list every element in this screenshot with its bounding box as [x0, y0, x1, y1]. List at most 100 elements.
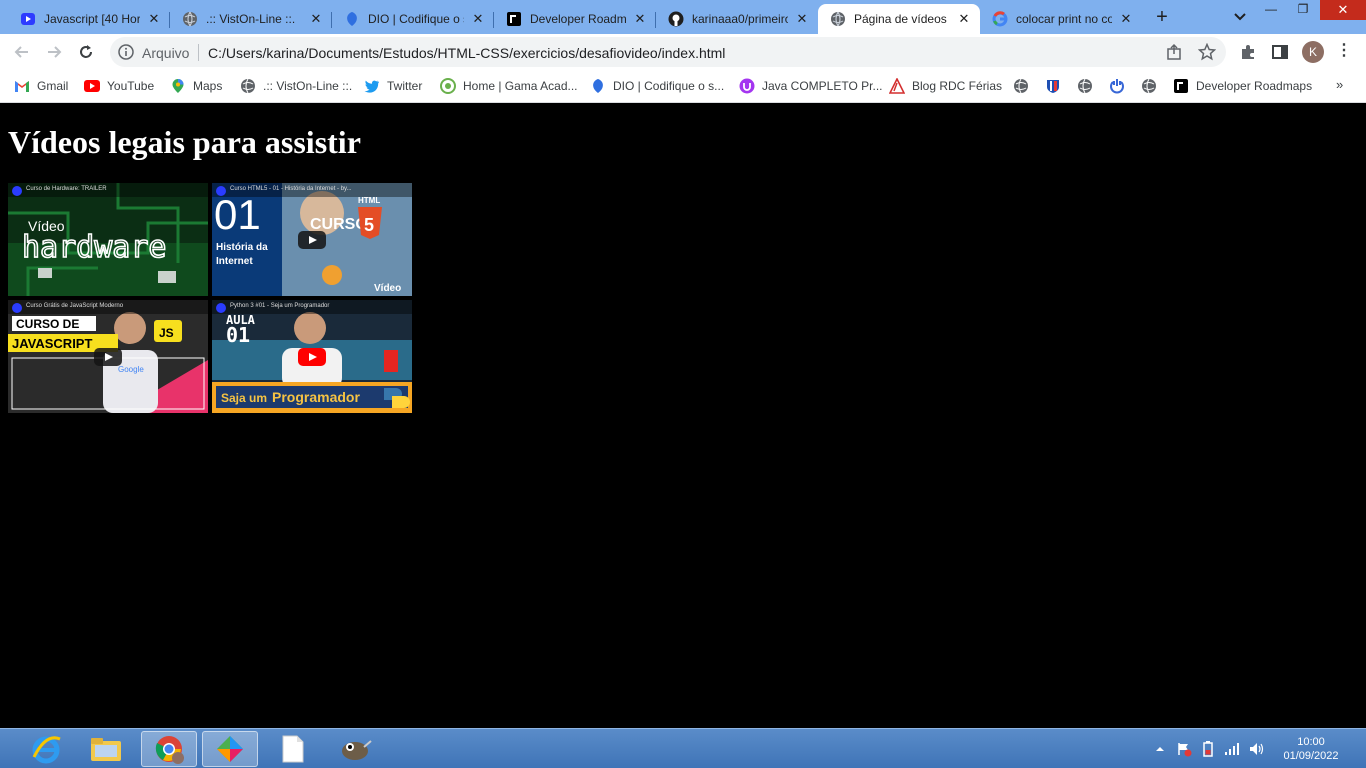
system-clock[interactable]: 10:00 01/09/2022: [1276, 735, 1346, 763]
battery-icon[interactable]: [1200, 741, 1216, 757]
close-tab-icon[interactable]: ✕: [146, 11, 162, 27]
twitter-icon: [364, 78, 380, 94]
youtube-icon: [20, 11, 36, 27]
chrome-taskbar-icon[interactable]: [141, 731, 197, 767]
close-tab-icon[interactable]: ✕: [308, 11, 324, 27]
bookmark-label: Developer Roadmaps: [1196, 79, 1313, 93]
thumb-text: HTML: [358, 196, 380, 205]
gimp-icon[interactable]: [327, 731, 383, 767]
bookmark-label: Maps: [193, 79, 223, 93]
youtube-icon: [84, 78, 100, 94]
tab-viston[interactable]: .:: VistOn-Line ::. ✕: [170, 4, 332, 34]
bookmark-roadmaps[interactable]: Developer Roadmaps: [1173, 76, 1312, 96]
video-thumbnail: Vídeo hardware: [8, 183, 208, 296]
globe-icon: [830, 11, 846, 27]
network-signal-icon[interactable]: [1224, 741, 1240, 757]
tab-github[interactable]: karinaaa0/primeiro ✕: [656, 4, 818, 34]
star-icon[interactable]: [1197, 42, 1217, 61]
clock-time: 10:00: [1297, 736, 1325, 748]
more-bookmarks-icon[interactable]: »: [1336, 77, 1343, 92]
internet-explorer-icon[interactable]: [18, 731, 74, 767]
bookmark-rdc[interactable]: Blog RDC Férias: [889, 76, 1002, 96]
tab-title: colocar print no computador: [1016, 12, 1112, 26]
url-text[interactable]: C:/Users/karina/Documents/Estudos/HTML-C…: [208, 45, 725, 61]
bookmark-label: Twitter: [387, 79, 423, 93]
app-diamond-icon[interactable]: [202, 731, 258, 767]
play-button-icon[interactable]: [298, 231, 326, 249]
show-hidden-icons-icon[interactable]: [1152, 741, 1168, 757]
action-center-flag-icon[interactable]: [1176, 741, 1192, 757]
channel-logo-icon: [216, 186, 226, 196]
bookmark-shield-icon[interactable]: [1045, 78, 1061, 94]
tab-dio[interactable]: DIO | Codifique o seu futuro ✕: [332, 4, 494, 34]
roadmap-icon: [506, 11, 522, 27]
bookmark-gama[interactable]: Home | Gama Acad...: [440, 76, 578, 96]
forward-arrow-icon[interactable]: [42, 40, 66, 64]
globe-icon: [240, 78, 256, 94]
tab-roadmaps[interactable]: Developer Roadmaps ✕: [494, 4, 656, 34]
window-close-icon[interactable]: ✕: [1320, 0, 1366, 20]
tab-title: .:: VistOn-Line ::.: [206, 12, 296, 26]
bookmark-globe-icon[interactable]: [1013, 78, 1029, 94]
thumb-text: Vídeo: [374, 283, 401, 294]
reload-icon[interactable]: [74, 40, 98, 64]
address-bar[interactable]: Arquivo C:/Users/karina/Documents/Estudo…: [110, 37, 1226, 67]
bookmark-viston[interactable]: .:: VistOn-Line ::.: [240, 76, 352, 96]
close-tab-icon[interactable]: ✕: [1118, 11, 1134, 27]
side-panel-icon[interactable]: [1270, 42, 1290, 62]
back-arrow-icon[interactable]: [10, 40, 34, 64]
thumb-text: Programador: [272, 389, 360, 405]
address-divider: [198, 44, 199, 61]
new-tab-icon[interactable]: +: [1150, 6, 1174, 30]
chevron-down-icon[interactable]: [1230, 8, 1250, 26]
dio-icon: [344, 11, 360, 27]
bookmark-twitter[interactable]: Twitter: [364, 76, 422, 96]
bookmark-label: .:: VistOn-Line ::.: [263, 79, 353, 93]
bookmark-label: YouTube: [107, 79, 155, 93]
channel-logo-icon: [12, 186, 22, 196]
channel-logo-icon: [12, 303, 22, 313]
close-tab-icon[interactable]: ✕: [956, 11, 972, 27]
close-tab-icon[interactable]: ✕: [794, 11, 810, 27]
bookmark-dio[interactable]: DIO | Codifique o s...: [590, 76, 724, 96]
thumb-text: Internet: [216, 256, 253, 267]
notepad-file-icon[interactable]: [265, 731, 321, 767]
thumb-text: 5: [364, 215, 374, 235]
bookmark-label: DIO | Codifique o s...: [613, 79, 725, 93]
profile-avatar[interactable]: K: [1302, 41, 1324, 63]
video-python[interactable]: AULA 01 Saja um Programador Python 3 #01…: [212, 300, 412, 413]
minimize-icon[interactable]: —: [1256, 0, 1286, 20]
share-icon[interactable]: [1166, 43, 1184, 61]
bookmark-label: Java COMPLETO Pr...: [762, 79, 883, 93]
bookmark-globe-icon[interactable]: [1141, 78, 1157, 94]
close-tab-icon[interactable]: ✕: [632, 11, 648, 27]
bookmark-youtube[interactable]: YouTube: [84, 76, 154, 96]
video-javascript[interactable]: CURSO DE JAVASCRIPT JS Google Curso Grát…: [8, 300, 208, 413]
dio-icon: [590, 78, 606, 94]
bookmark-power-icon[interactable]: [1109, 78, 1125, 94]
tab-javascript[interactable]: Javascript [40 Horas] ✕: [8, 4, 170, 34]
video-hardware[interactable]: Vídeo hardware Curso de Hardware: TRAILE…: [8, 183, 208, 296]
bookmark-java[interactable]: Java COMPLETO Pr...: [739, 76, 882, 96]
bookmark-globe-icon[interactable]: [1077, 78, 1093, 94]
file-explorer-icon[interactable]: [78, 731, 134, 767]
play-button-icon[interactable]: [94, 348, 122, 366]
volume-icon[interactable]: [1248, 741, 1264, 757]
gama-icon: [440, 78, 456, 94]
restore-icon[interactable]: ❐: [1288, 0, 1318, 20]
info-icon[interactable]: [118, 44, 134, 60]
extensions-icon[interactable]: [1238, 42, 1258, 62]
bookmark-maps[interactable]: Maps: [170, 76, 222, 96]
play-button-icon[interactable]: [298, 348, 326, 366]
thumb-text: Google: [118, 365, 144, 374]
roadmap-icon: [1173, 78, 1189, 94]
maps-icon: [170, 78, 186, 94]
close-tab-icon[interactable]: ✕: [470, 11, 486, 27]
tab-pagina-de-videos[interactable]: Página de vídeos ✕: [818, 4, 980, 34]
browser-toolbar: Arquivo C:/Users/karina/Documents/Estudo…: [0, 34, 1366, 70]
tab-google-search[interactable]: colocar print no computador ✕: [980, 4, 1142, 34]
bookmark-gmail[interactable]: Gmail: [14, 76, 68, 96]
menu-kebab-icon[interactable]: ⋮: [1336, 42, 1352, 62]
video-html5[interactable]: 01 História da Internet CURSO 5 HTML Víd…: [212, 183, 412, 296]
tab-title: Javascript [40 Horas]: [44, 12, 140, 26]
